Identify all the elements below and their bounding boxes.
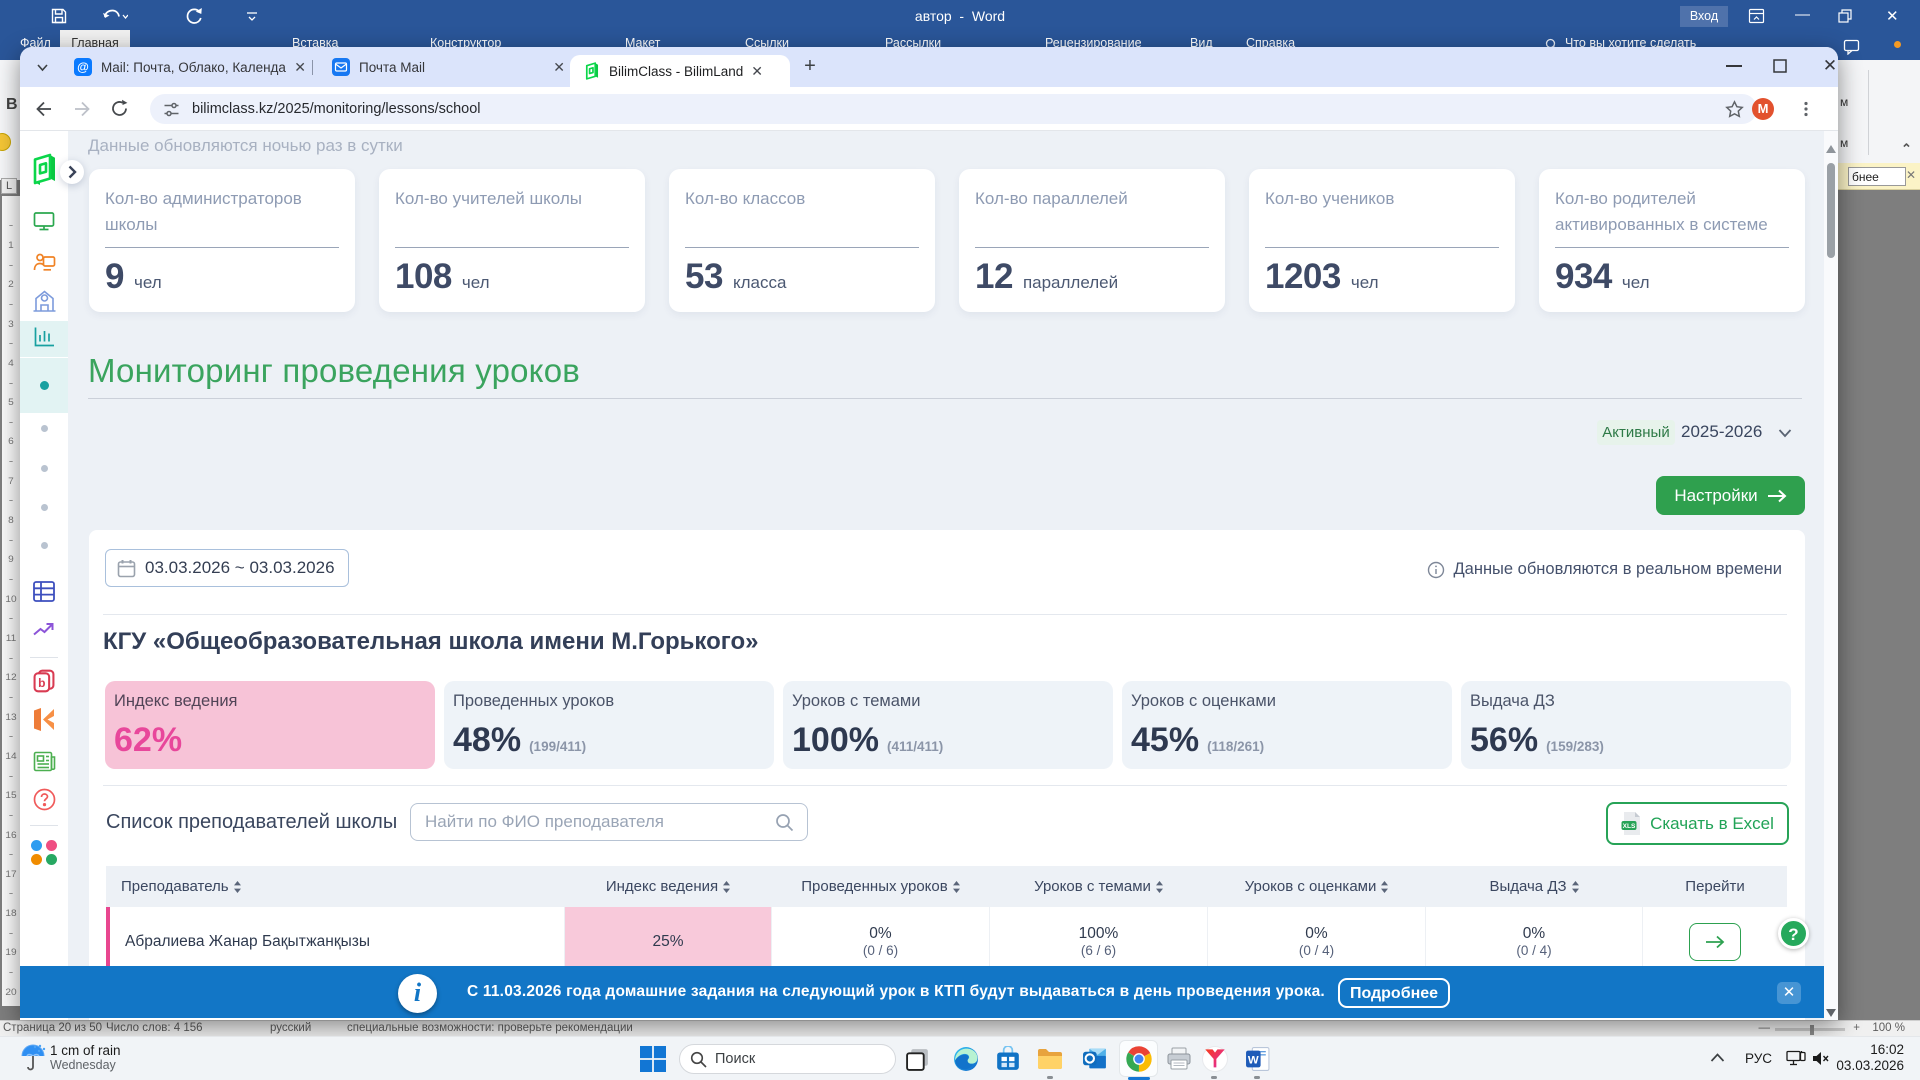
- svg-text:12: 12: [5, 672, 16, 682]
- svg-text:20: 20: [5, 987, 16, 997]
- svg-text:XLS: XLS: [1623, 823, 1636, 830]
- svg-text:15: 15: [5, 790, 16, 800]
- svg-text:@: @: [77, 60, 89, 74]
- svg-text:5: 5: [8, 397, 14, 407]
- svg-text:14: 14: [5, 751, 17, 761]
- svg-text:17: 17: [5, 869, 16, 879]
- svg-text:2: 2: [8, 279, 14, 289]
- svg-text:6: 6: [8, 436, 14, 446]
- svg-text:11: 11: [6, 633, 17, 643]
- svg-text:4: 4: [8, 358, 14, 368]
- svg-text:b: b: [38, 676, 45, 690]
- svg-text:W: W: [1248, 1055, 1259, 1067]
- svg-text:18: 18: [5, 908, 16, 918]
- svg-text:7: 7: [8, 476, 14, 486]
- svg-text:8: 8: [8, 515, 14, 525]
- svg-text:9: 9: [8, 554, 14, 564]
- svg-text:13: 13: [5, 712, 16, 722]
- svg-text:1: 1: [8, 240, 14, 250]
- svg-text:3: 3: [8, 319, 14, 329]
- svg-text:19: 19: [5, 947, 16, 957]
- svg-text:16: 16: [5, 830, 16, 840]
- svg-text:10: 10: [5, 594, 16, 604]
